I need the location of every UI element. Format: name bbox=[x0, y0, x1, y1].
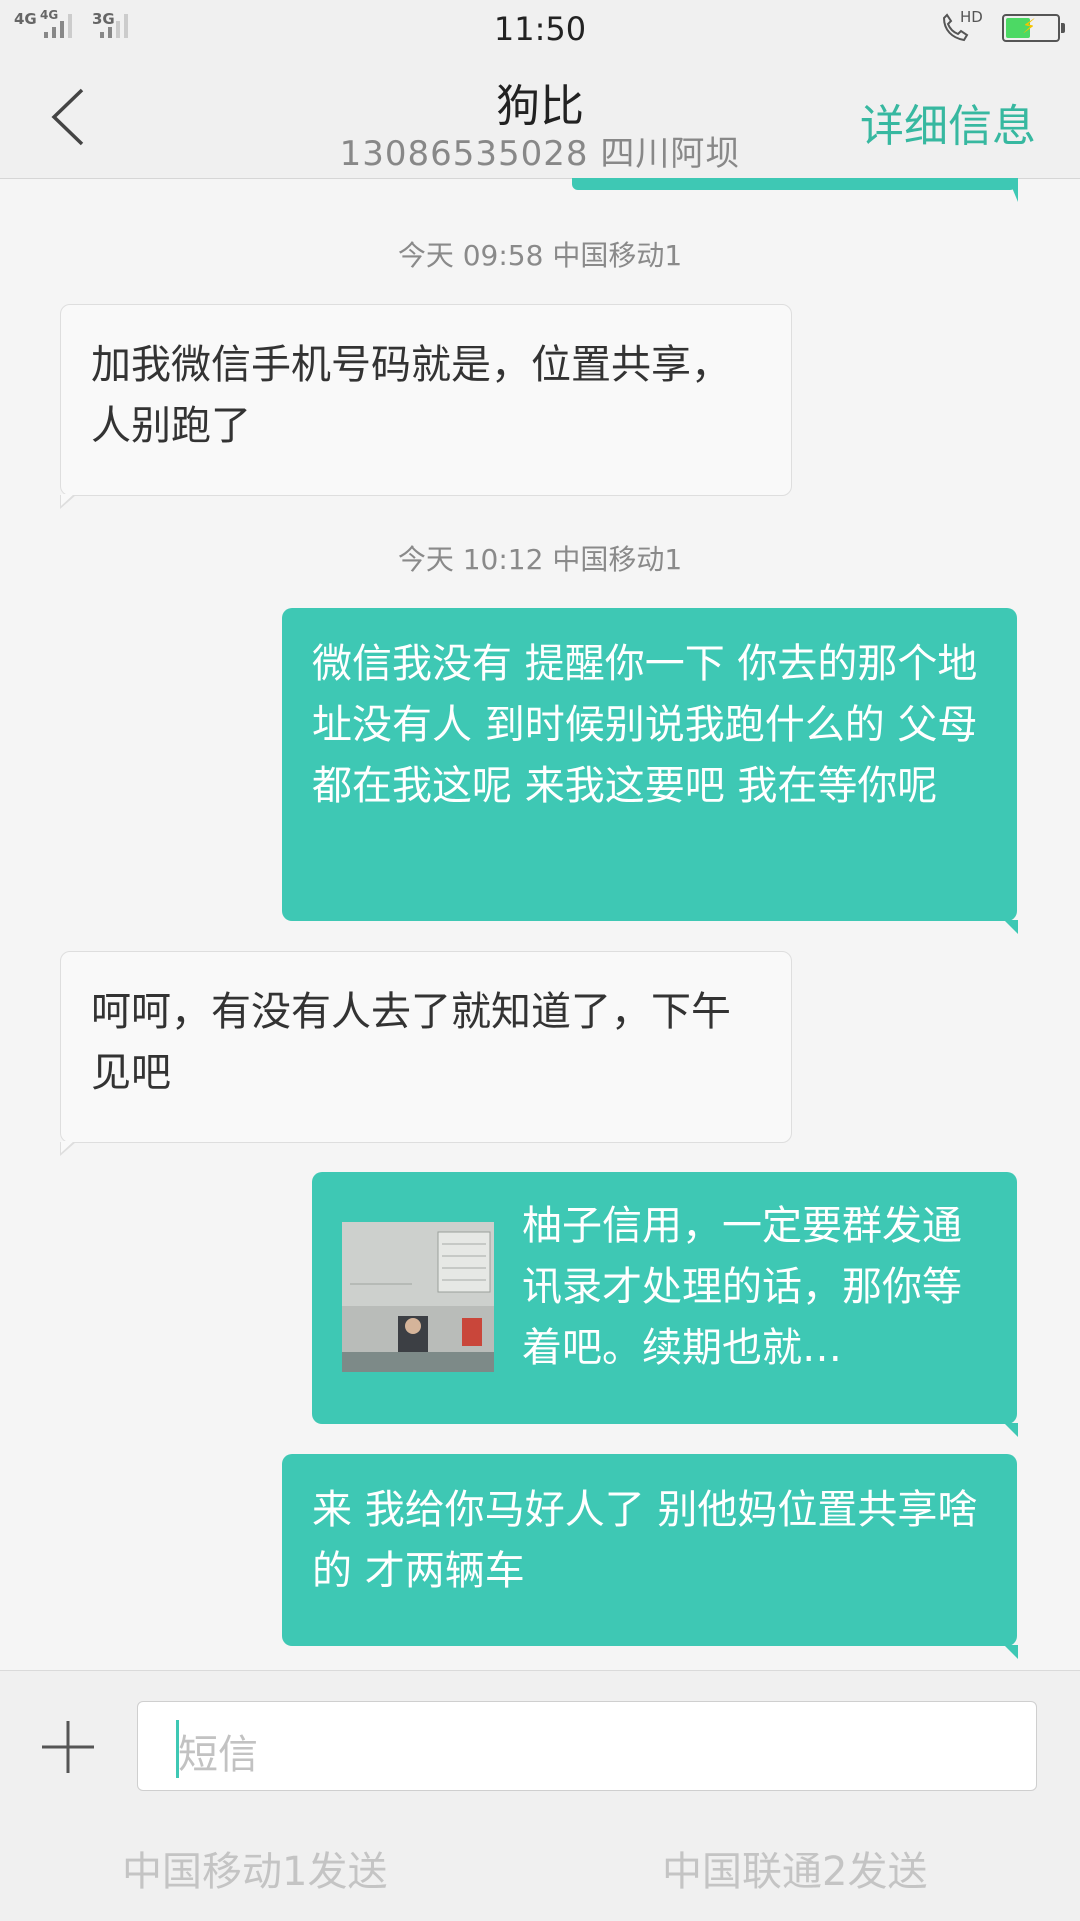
status-time: 11:50 bbox=[493, 10, 587, 48]
mms-image-thumbnail[interactable] bbox=[342, 1222, 494, 1372]
hd-badge: HD bbox=[960, 8, 983, 26]
previous-outgoing-bubble-edge bbox=[572, 178, 1016, 190]
status-bar: 4G 4G 3G 11:50 HD ⚡ bbox=[0, 0, 1080, 60]
message-timestamp: 今天 09:58 中国移动1 bbox=[397, 239, 683, 272]
message-timestamp: 今天 10:12 中国移动1 bbox=[397, 543, 683, 576]
bubble-tail bbox=[1008, 178, 1018, 202]
message-text: 呵呵，有没有人去了就知道了，下午见吧 bbox=[91, 989, 731, 1096]
outgoing-message-bubble[interactable]: 微信我没有 提醒你一下 你去的那个地址没有人 到时候别说我跑什么的 父母都在我这… bbox=[282, 608, 1017, 921]
attach-button[interactable] bbox=[38, 1717, 98, 1777]
bubble-tail bbox=[1004, 1423, 1018, 1437]
outgoing-message-bubble[interactable]: 来 我给你马好人了 别他妈位置共享啥的 才两辆车 bbox=[282, 1454, 1017, 1646]
plus-icon bbox=[42, 1721, 94, 1773]
charging-bolt-icon: ⚡ bbox=[1022, 14, 1037, 38]
message-text: 柚子信用，一定要群发通讯录才处理的话，那你等着吧。续期也就… bbox=[522, 1203, 962, 1371]
bubble-tail bbox=[60, 494, 76, 509]
incoming-message-bubble[interactable]: 呵呵，有没有人去了就知道了，下午见吧 bbox=[60, 951, 792, 1143]
message-input[interactable]: 短信 bbox=[137, 1701, 1037, 1791]
conversation-header: 狗比 13086535028 四川阿坝 详细信息 bbox=[0, 60, 1080, 179]
outgoing-mms-bubble[interactable]: 柚子信用，一定要群发通讯录才处理的话，那你等着吧。续期也就… bbox=[312, 1172, 1017, 1424]
hd-call-icon: HD bbox=[938, 8, 983, 48]
send-sim2-button[interactable]: 中国联通2发送 bbox=[662, 1839, 927, 1897]
incoming-message-bubble[interactable]: 加我微信手机号码就是，位置共享，人别跑了 bbox=[60, 304, 792, 496]
message-text: 微信我没有 提醒你一下 你去的那个地址没有人 到时候别说我跑什么的 父母都在我这… bbox=[312, 641, 978, 809]
bubble-tail bbox=[60, 1141, 76, 1156]
battery-icon: ⚡ bbox=[1002, 14, 1065, 42]
details-button[interactable]: 详细信息 bbox=[860, 90, 1036, 154]
text-cursor bbox=[176, 1720, 179, 1778]
composer-bar: 短信 中国移动1发送 中国联通2发送 bbox=[0, 1670, 1080, 1921]
message-text: 来 我给你马好人了 别他妈位置共享啥的 才两辆车 bbox=[312, 1487, 978, 1594]
send-sim1-button[interactable]: 中国移动1发送 bbox=[122, 1839, 387, 1897]
bubble-tail bbox=[1004, 920, 1018, 934]
message-text: 加我微信手机号码就是，位置共享，人别跑了 bbox=[91, 342, 731, 449]
message-input-placeholder: 短信 bbox=[178, 1732, 258, 1778]
bubble-tail bbox=[1004, 1645, 1018, 1659]
